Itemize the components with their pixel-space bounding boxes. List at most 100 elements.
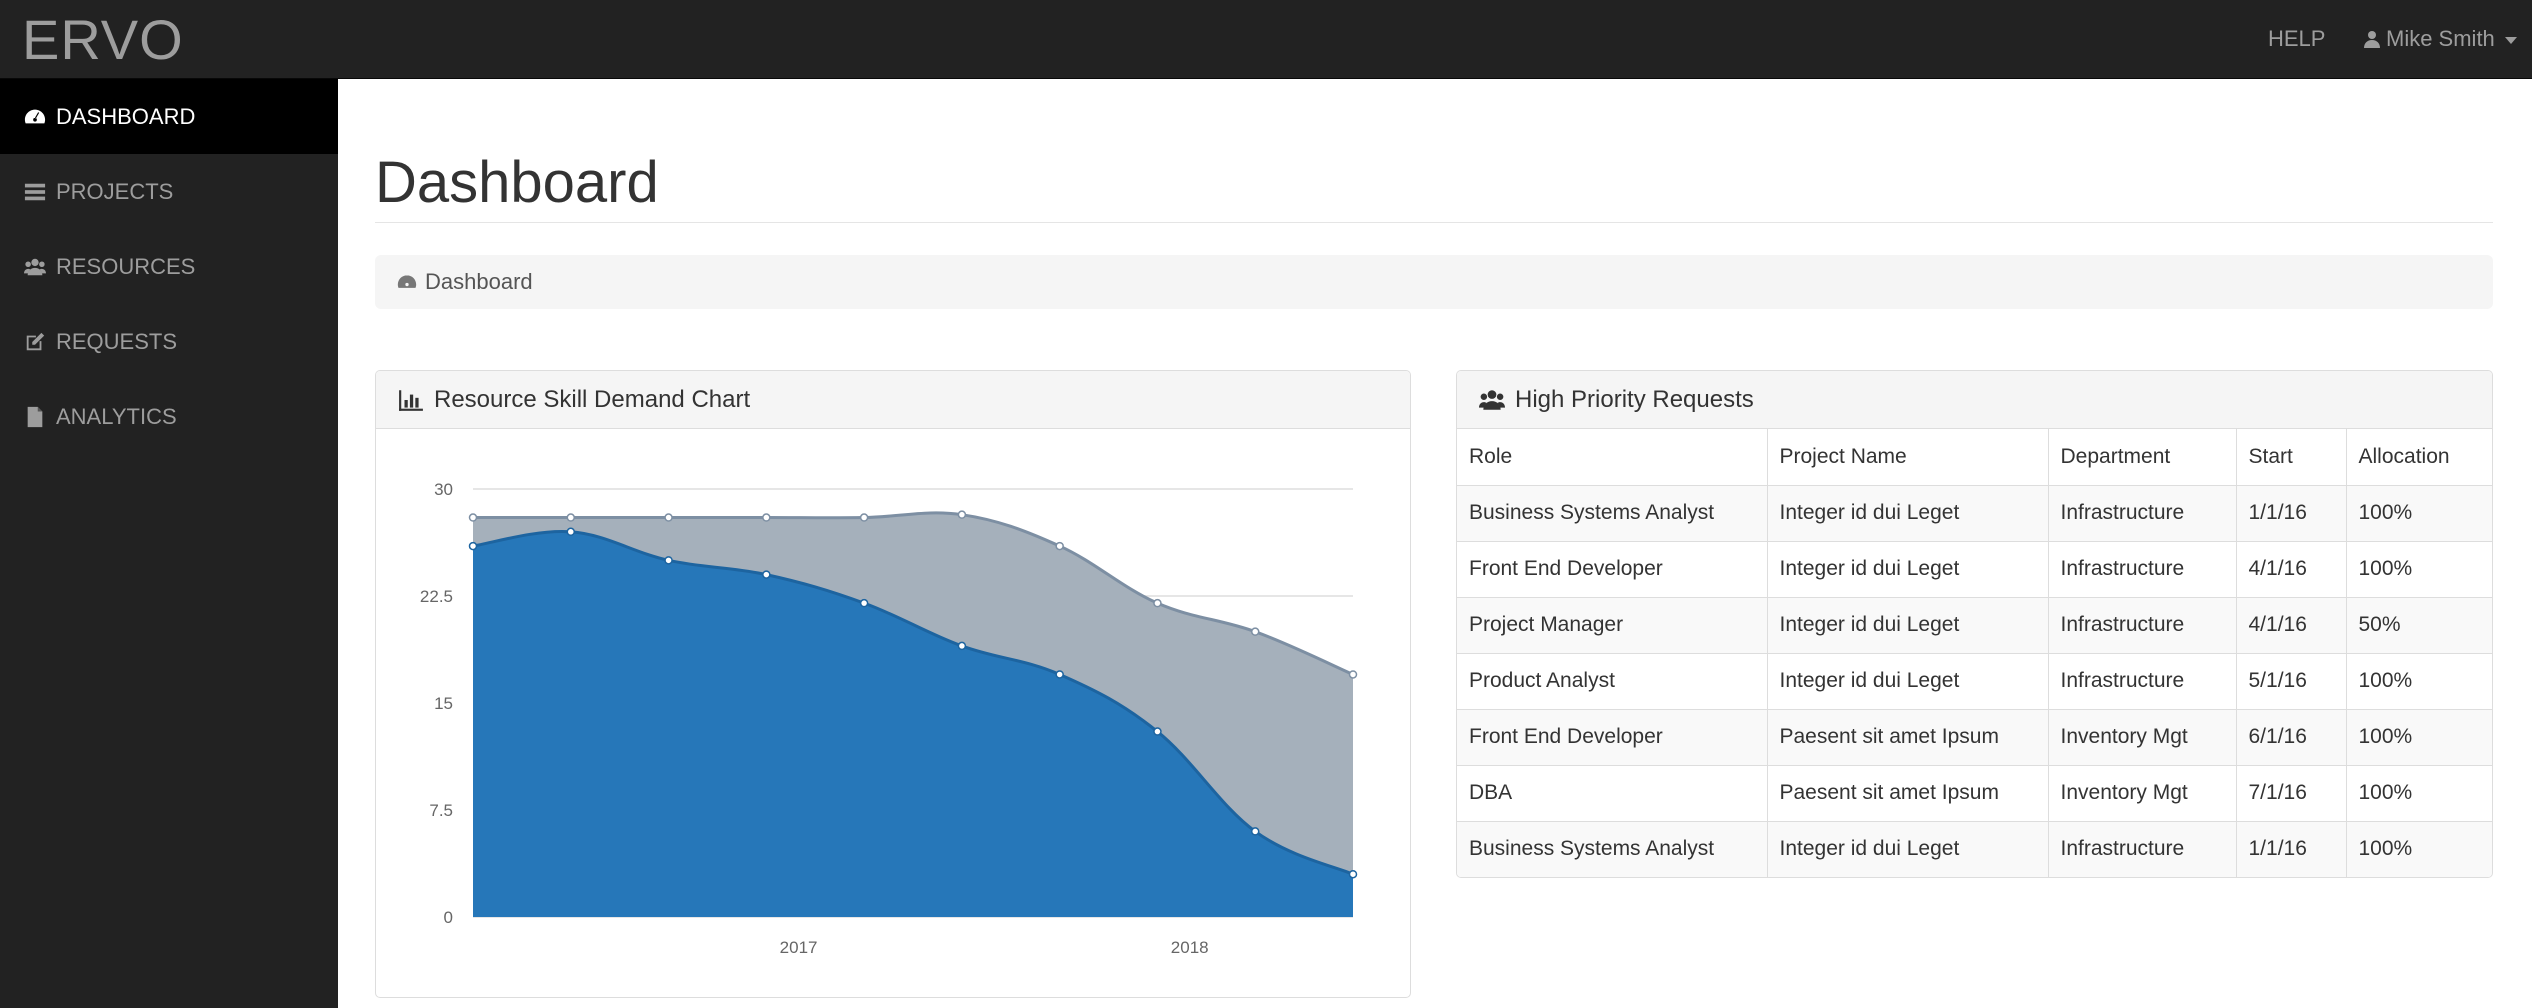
user-icon bbox=[2364, 31, 2380, 48]
column-header-role[interactable]: Role bbox=[1457, 429, 1768, 486]
y-tick-label: 7.5 bbox=[429, 801, 453, 820]
help-link[interactable]: HELP bbox=[2268, 24, 2325, 54]
cell-department: Inventory Mgt bbox=[2047, 764, 2237, 822]
data-point bbox=[859, 513, 869, 522]
sidebar-item-analytics[interactable]: ANALYTICS bbox=[0, 379, 338, 454]
table-row[interactable]: Business Systems Analyst Integer id dui L… bbox=[1457, 484, 2492, 542]
sidebar-item-label: ANALYTICS bbox=[56, 403, 177, 429]
y-tick-label: 0 bbox=[444, 908, 453, 927]
caret-down-icon bbox=[2504, 36, 2517, 44]
column-header-department[interactable]: Department bbox=[2047, 429, 2237, 486]
column-header-project-name[interactable]: Project Name bbox=[1766, 429, 2049, 486]
requests-panel-header: High Priority Requests bbox=[1457, 371, 2492, 429]
user-name: Mike Smith bbox=[2386, 26, 2495, 51]
cell-allocation: 100% bbox=[2345, 540, 2492, 598]
sidebar-item-projects[interactable]: PROJECTS bbox=[0, 154, 338, 229]
chart-title: Resource Skill Demand Chart bbox=[434, 385, 751, 413]
cell-start: 6/1/16 bbox=[2235, 708, 2347, 766]
cell-role: Front End Developer bbox=[1457, 708, 1768, 766]
data-point bbox=[468, 513, 478, 522]
data-point bbox=[566, 513, 576, 522]
data-point bbox=[762, 513, 771, 522]
data-point bbox=[1153, 727, 1162, 736]
cell-start: 4/1/16 bbox=[2235, 540, 2347, 598]
sidebar-item-label: REQUESTS bbox=[56, 328, 178, 354]
requests-panel: High Priority Requests Role Project Name… bbox=[1456, 370, 2493, 878]
data-point bbox=[566, 527, 576, 537]
cell-department: Infrastructure bbox=[2047, 820, 2237, 877]
column-header-allocation[interactable]: Allocation bbox=[2345, 429, 2492, 486]
chart-panel: Resource Skill Demand Chart 0 7.5 15 22.5 30… bbox=[375, 370, 1411, 998]
sidebar-item-label: RESOURCES bbox=[56, 253, 196, 279]
skill-demand-chart: 0 7.5 15 22.5 30 2017 2018 bbox=[420, 480, 1358, 957]
y-tick-label: 22.5 bbox=[420, 587, 453, 606]
cell-start: 1/1/16 bbox=[2235, 484, 2347, 542]
cell-start: 5/1/16 bbox=[2235, 652, 2347, 710]
bar-chart-icon bbox=[399, 389, 423, 411]
sidebar-item-requests[interactable]: REQUESTS bbox=[0, 304, 338, 379]
tasks-icon bbox=[24, 183, 46, 200]
chart-panel-header: Resource Skill Demand Chart bbox=[376, 371, 1410, 429]
sidebar-item-label: PROJECTS bbox=[56, 178, 174, 204]
cell-project-name: Integer id dui Leget bbox=[1766, 820, 2049, 877]
breadcrumb: Dashboard bbox=[375, 255, 2493, 309]
table-row[interactable]: Front End Developer Integer id dui Leget I… bbox=[1457, 540, 2492, 598]
cell-project-name: Integer id dui Leget bbox=[1766, 652, 2049, 710]
cell-allocation: 50% bbox=[2345, 596, 2492, 654]
cell-allocation: 100% bbox=[2345, 764, 2492, 822]
table-row[interactable]: DBA Paesent sit amet Ipsum Inventory Mgt 7/… bbox=[1457, 764, 2492, 822]
sidebar-item-dashboard[interactable]: DASHBOARD bbox=[0, 79, 338, 154]
brand-logo[interactable]: ERVO bbox=[22, 8, 184, 72]
cell-role: Product Analyst bbox=[1457, 652, 1768, 710]
cell-department: Inventory Mgt bbox=[2047, 708, 2237, 766]
cell-project-name: Integer id dui Leget bbox=[1766, 484, 2049, 542]
user-menu[interactable]: Mike Smith bbox=[2364, 24, 2517, 54]
cell-department: Infrastructure bbox=[2047, 540, 2237, 598]
cell-role: Front End Developer bbox=[1457, 540, 1768, 598]
data-point bbox=[664, 556, 673, 565]
y-tick-label: 30 bbox=[434, 480, 453, 499]
users-icon bbox=[1479, 389, 1505, 410]
users-icon bbox=[24, 258, 46, 275]
table-row[interactable]: Business Systems Analyst Integer id dui L… bbox=[1457, 820, 2492, 877]
dashboard-icon bbox=[24, 109, 46, 123]
dashboard-icon bbox=[397, 275, 417, 288]
data-point bbox=[1348, 670, 1358, 679]
x-tick-label: 2018 bbox=[1171, 938, 1209, 957]
data-point bbox=[1055, 670, 1064, 679]
cell-start: 7/1/16 bbox=[2235, 764, 2347, 822]
requests-title: High Priority Requests bbox=[1515, 385, 1754, 413]
table-row[interactable]: Product Analyst Integer id dui Leget Infra… bbox=[1457, 652, 2492, 710]
sidebar-item-resources[interactable]: RESOURCES bbox=[0, 229, 338, 304]
sidebar: DASHBOARD PROJECTS RESOURCES REQUESTS AN… bbox=[0, 79, 338, 1008]
top-navbar: ERVO HELP Mike Smith bbox=[0, 0, 2532, 79]
cell-role: Business Systems Analyst bbox=[1457, 484, 1768, 542]
breadcrumb-item[interactable]: Dashboard bbox=[425, 269, 533, 295]
table-header-row: Role Project Name Department Start Alloc… bbox=[1457, 429, 2492, 486]
requests-table: Role Project Name Department Start Alloc… bbox=[1457, 429, 2492, 877]
column-header-start[interactable]: Start bbox=[2235, 429, 2347, 486]
cell-department: Infrastructure bbox=[2047, 484, 2237, 542]
title-divider bbox=[375, 222, 2493, 223]
cell-allocation: 100% bbox=[2345, 652, 2492, 710]
data-point bbox=[1055, 541, 1064, 551]
data-point bbox=[762, 570, 771, 579]
data-point bbox=[1250, 827, 1260, 836]
page-title: Dashboard bbox=[375, 150, 659, 215]
table-row[interactable]: Front End Developer Paesent sit amet Ipsu… bbox=[1457, 708, 2492, 766]
cell-allocation: 100% bbox=[2345, 484, 2492, 542]
data-point bbox=[664, 513, 673, 522]
sidebar-item-label: DASHBOARD bbox=[56, 103, 196, 129]
y-tick-label: 15 bbox=[434, 694, 453, 713]
table-row[interactable]: Project Manager Integer id dui Leget Infra… bbox=[1457, 596, 2492, 654]
data-point bbox=[1348, 869, 1358, 879]
edit-icon bbox=[26, 332, 45, 350]
cell-project-name: Integer id dui Leget bbox=[1766, 540, 2049, 598]
cell-start: 4/1/16 bbox=[2235, 596, 2347, 654]
cell-allocation: 100% bbox=[2345, 708, 2492, 766]
cell-role: DBA bbox=[1457, 764, 1768, 822]
data-point bbox=[859, 598, 869, 608]
cell-project-name: Paesent sit amet Ipsum bbox=[1766, 764, 2049, 822]
data-point bbox=[1250, 627, 1260, 636]
cell-department: Infrastructure bbox=[2047, 652, 2237, 710]
